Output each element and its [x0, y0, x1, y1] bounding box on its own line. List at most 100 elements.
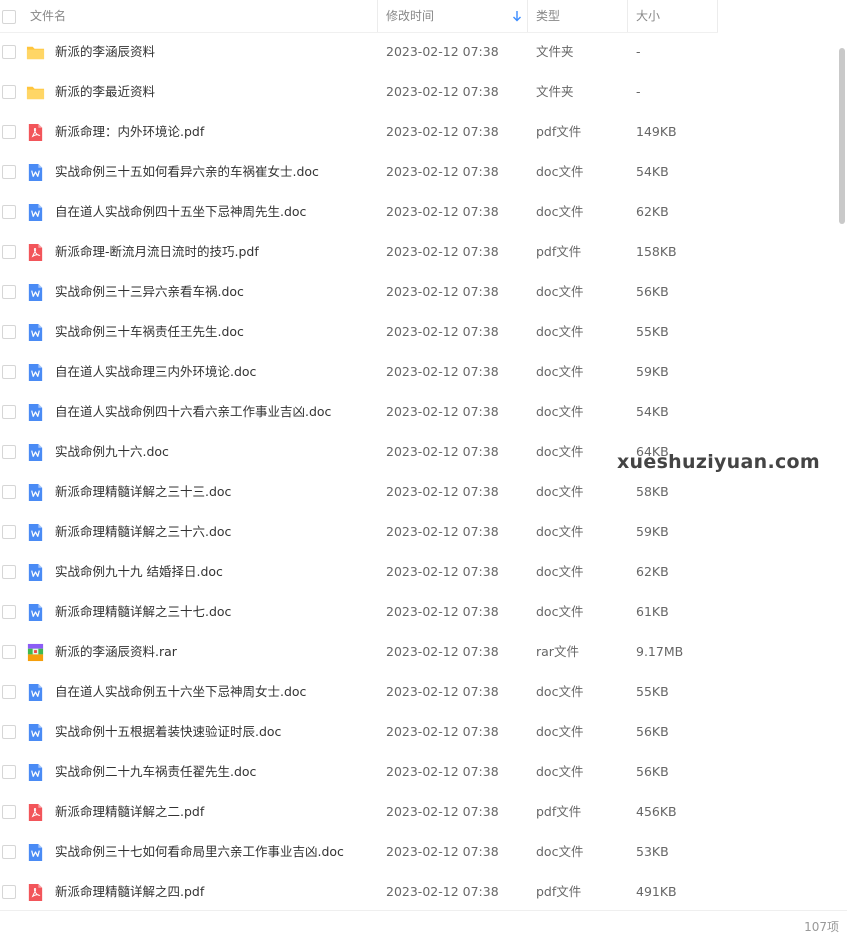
row-checkbox[interactable]	[2, 245, 16, 259]
file-row[interactable]: 实战命例十五根据着装快速验证时辰.doc 2023-02-12 07:38 doc文…	[0, 712, 838, 752]
column-divider	[527, 0, 528, 32]
row-checkbox[interactable]	[2, 285, 16, 299]
file-name[interactable]: 新派命理精髓详解之三十三.doc	[55, 472, 231, 512]
row-checkbox[interactable]	[2, 485, 16, 499]
file-name[interactable]: 自在道人实战命例四十五坐下忌神周先生.doc	[55, 192, 306, 232]
file-name[interactable]: 自在道人实战命例五十六坐下忌神周女士.doc	[55, 672, 306, 712]
file-row[interactable]: 实战命例九十九 结婚择日.doc 2023-02-12 07:38 doc文件 62K…	[0, 552, 838, 592]
file-name[interactable]: 新派命理精髓详解之三十七.doc	[55, 592, 231, 632]
file-row[interactable]: 新派命理：内外环境论.pdf 2023-02-12 07:38 pdf文件 149KB	[0, 112, 838, 152]
file-row[interactable]: 新派的李最近资料 2023-02-12 07:38 文件夹 -	[0, 72, 838, 112]
row-checkbox[interactable]	[2, 725, 16, 739]
file-row[interactable]: 新派命理精髓详解之三十六.doc 2023-02-12 07:38 doc文件 59K…	[0, 512, 838, 552]
pdf-icon	[26, 243, 45, 262]
column-header-mtime[interactable]: 修改时间	[386, 0, 434, 32]
file-modified-time: 2023-02-12 07:38	[386, 444, 499, 459]
file-name[interactable]: 实战命例三十七如何看命局里六亲工作事业吉凶.doc	[55, 832, 344, 872]
vertical-scrollbar[interactable]	[839, 48, 845, 224]
file-type: pdf文件	[536, 804, 582, 819]
file-name[interactable]: 实战命例二十九车祸责任翟先生.doc	[55, 752, 256, 792]
doc-icon	[26, 283, 45, 302]
file-name[interactable]: 新派命理-断流月流日流时的技巧.pdf	[55, 232, 259, 272]
file-modified-time: 2023-02-12 07:38	[386, 844, 499, 859]
column-header-type[interactable]: 类型	[536, 0, 560, 32]
file-name[interactable]: 实战命例三十三异六亲看车祸.doc	[55, 272, 244, 312]
file-type: pdf文件	[536, 244, 582, 259]
row-checkbox[interactable]	[2, 525, 16, 539]
file-name[interactable]: 新派命理精髓详解之三十六.doc	[55, 512, 231, 552]
file-row[interactable]: 自在道人实战命例四十六看六亲工作事业吉凶.doc 2023-02-12 07:38…	[0, 392, 838, 432]
file-row[interactable]: 自在道人实战命例五十六坐下忌神周女士.doc 2023-02-12 07:38 do…	[0, 672, 838, 712]
file-size: 456KB	[636, 804, 677, 819]
watermark-text: xueshuziyuan.com	[617, 451, 820, 473]
file-row[interactable]: 实战命例二十九车祸责任翟先生.doc 2023-02-12 07:38 doc文件 5…	[0, 752, 838, 792]
file-row[interactable]: 新派命理精髓详解之四.pdf 2023-02-12 07:38 pdf文件 491KB	[0, 872, 838, 912]
row-checkbox[interactable]	[2, 565, 16, 579]
row-checkbox[interactable]	[2, 325, 16, 339]
doc-icon	[26, 163, 45, 182]
sort-descending-icon[interactable]	[511, 9, 523, 23]
file-row[interactable]: 新派命理-断流月流日流时的技巧.pdf 2023-02-12 07:38 pdf文件…	[0, 232, 838, 272]
row-checkbox[interactable]	[2, 125, 16, 139]
row-checkbox[interactable]	[2, 845, 16, 859]
row-checkbox[interactable]	[2, 45, 16, 59]
row-checkbox[interactable]	[2, 205, 16, 219]
row-checkbox[interactable]	[2, 405, 16, 419]
file-name[interactable]: 新派命理精髓详解之四.pdf	[55, 872, 204, 912]
select-all-checkbox[interactable]	[2, 10, 16, 24]
file-row[interactable]: 自在道人实战命例四十五坐下忌神周先生.doc 2023-02-12 07:38 do…	[0, 192, 838, 232]
file-name[interactable]: 自在道人实战命例四十六看六亲工作事业吉凶.doc	[55, 392, 331, 432]
file-modified-time: 2023-02-12 07:38	[386, 404, 499, 419]
file-modified-time: 2023-02-12 07:38	[386, 244, 499, 259]
file-name[interactable]: 实战命例三十五如何看异六亲的车祸崔女士.doc	[55, 152, 319, 192]
row-checkbox[interactable]	[2, 805, 16, 819]
file-row[interactable]: 实战命例三十五如何看异六亲的车祸崔女士.doc 2023-02-12 07:38 d…	[0, 152, 838, 192]
file-name[interactable]: 自在道人实战命理三内外环境论.doc	[55, 352, 256, 392]
file-name[interactable]: 实战命例三十车祸责任王先生.doc	[55, 312, 244, 352]
file-modified-time: 2023-02-12 07:38	[386, 524, 499, 539]
file-type: doc文件	[536, 204, 584, 219]
column-header-name[interactable]: 文件名	[30, 0, 66, 32]
row-checkbox[interactable]	[2, 85, 16, 99]
file-row[interactable]: 新派的李涵辰资料.rar 2023-02-12 07:38 rar文件 9.17MB	[0, 632, 838, 672]
file-type: doc文件	[536, 844, 584, 859]
file-name[interactable]: 新派命理：内外环境论.pdf	[55, 112, 204, 152]
row-checkbox[interactable]	[2, 765, 16, 779]
file-row[interactable]: 新派的李涵辰资料 2023-02-12 07:38 文件夹 -	[0, 32, 838, 72]
doc-icon	[26, 723, 45, 742]
column-header-size[interactable]: 大小	[636, 0, 660, 32]
file-modified-time: 2023-02-12 07:38	[386, 484, 499, 499]
file-size: 54KB	[636, 404, 669, 419]
file-name[interactable]: 实战命例九十六.doc	[55, 432, 169, 472]
row-checkbox[interactable]	[2, 165, 16, 179]
doc-icon	[26, 843, 45, 862]
row-checkbox[interactable]	[2, 885, 16, 899]
file-row[interactable]: 新派命理精髓详解之二.pdf 2023-02-12 07:38 pdf文件 456KB	[0, 792, 838, 832]
file-size: 158KB	[636, 244, 677, 259]
file-size: 54KB	[636, 164, 669, 179]
file-modified-time: 2023-02-12 07:38	[386, 164, 499, 179]
row-checkbox[interactable]	[2, 685, 16, 699]
row-checkbox[interactable]	[2, 365, 16, 379]
file-name[interactable]: 新派的李涵辰资料	[55, 32, 155, 72]
file-name[interactable]: 新派命理精髓详解之二.pdf	[55, 792, 204, 832]
file-type: pdf文件	[536, 124, 582, 139]
row-checkbox[interactable]	[2, 605, 16, 619]
file-name[interactable]: 实战命例十五根据着装快速验证时辰.doc	[55, 712, 281, 752]
file-type: doc文件	[536, 724, 584, 739]
file-name[interactable]: 新派的李最近资料	[55, 72, 155, 112]
file-row[interactable]: 实战命例三十三异六亲看车祸.doc 2023-02-12 07:38 doc文件 56…	[0, 272, 838, 312]
file-name[interactable]: 实战命例九十九 结婚择日.doc	[55, 552, 223, 592]
file-name[interactable]: 新派的李涵辰资料.rar	[55, 632, 177, 672]
file-row[interactable]: 新派命理精髓详解之三十三.doc 2023-02-12 07:38 doc文件 58K…	[0, 472, 838, 512]
file-row[interactable]: 自在道人实战命理三内外环境论.doc 2023-02-12 07:38 doc文件 5…	[0, 352, 838, 392]
file-row[interactable]: 新派命理精髓详解之三十七.doc 2023-02-12 07:38 doc文件 61K…	[0, 592, 838, 632]
file-row[interactable]: 实战命例三十七如何看命局里六亲工作事业吉凶.doc 2023-02-12 07:3…	[0, 832, 838, 872]
file-modified-time: 2023-02-12 07:38	[386, 884, 499, 899]
row-checkbox[interactable]	[2, 445, 16, 459]
file-row[interactable]: 实战命例三十车祸责任王先生.doc 2023-02-12 07:38 doc文件 55…	[0, 312, 838, 352]
row-checkbox[interactable]	[2, 645, 16, 659]
file-modified-time: 2023-02-12 07:38	[386, 644, 499, 659]
file-type: doc文件	[536, 324, 584, 339]
file-size: 149KB	[636, 124, 677, 139]
